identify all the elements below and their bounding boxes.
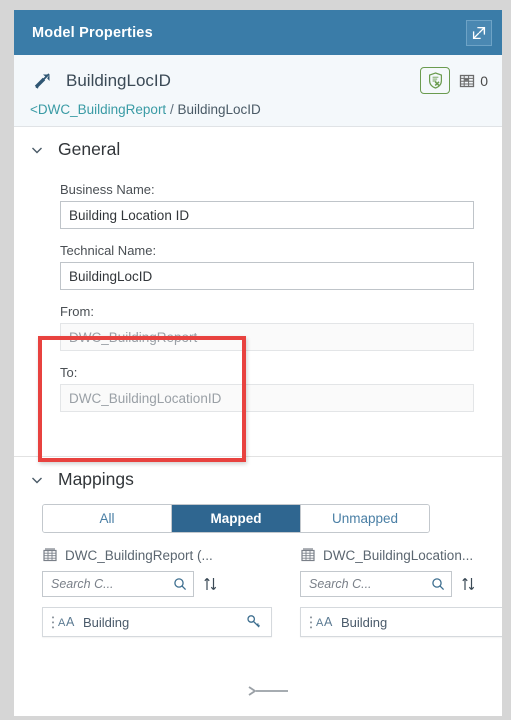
target-column-name: DWC_BuildingLocation...: [323, 547, 474, 563]
filter-tab-mapped[interactable]: Mapped: [171, 505, 300, 532]
header-actions: 0: [420, 67, 488, 94]
to-input: DWC_BuildingLocationID: [60, 384, 474, 412]
target-mapping-item-label: Building: [341, 614, 388, 630]
mappings-section-title: Mappings: [58, 469, 134, 489]
source-search-input[interactable]: Search C...: [42, 571, 194, 597]
from-label: From:: [60, 304, 94, 319]
general-section-body: Business Name: Building Location ID Tech…: [14, 168, 502, 422]
from-input: DWC_BuildingReport: [60, 323, 474, 351]
target-search-input[interactable]: Search C...: [300, 571, 452, 597]
general-section-title: General: [58, 139, 121, 159]
drag-dots-icon[interactable]: [48, 615, 57, 630]
shield-validation-button[interactable]: [420, 67, 451, 94]
sort-updown-icon[interactable]: [203, 576, 218, 592]
table-entity-icon: [301, 548, 315, 562]
search-icon: [174, 578, 187, 591]
business-name-input[interactable]: Building Location ID: [60, 201, 474, 229]
target-mapping-item[interactable]: A A Building: [300, 607, 502, 637]
breadcrumb: <DWC_BuildingReport / BuildingLocID: [28, 102, 488, 117]
association-arrow-icon: [28, 70, 58, 92]
key-icon[interactable]: [245, 614, 263, 630]
svg-text:A: A: [316, 617, 324, 629]
source-column-name: DWC_BuildingReport (...: [65, 547, 213, 563]
source-search-row: Search C...: [42, 571, 272, 597]
record-count-value: 0: [480, 72, 488, 89]
target-column-header: DWC_BuildingLocation...: [300, 547, 502, 563]
target-search-row: Search C...: [300, 571, 502, 597]
source-column-header: DWC_BuildingReport (...: [42, 547, 272, 563]
filter-tab-all[interactable]: All: [43, 505, 171, 532]
technical-name-label: Technical Name:: [60, 243, 157, 258]
svg-text:A: A: [66, 615, 75, 629]
breadcrumb-current: BuildingLocID: [177, 102, 261, 117]
shield-validation-icon: [428, 72, 442, 89]
svg-text:A: A: [58, 617, 66, 629]
text-type-icon: A A: [315, 615, 337, 629]
drag-dots-icon[interactable]: [306, 615, 315, 630]
source-mapping-item[interactable]: A A Building: [42, 607, 272, 637]
mapping-source-column: DWC_BuildingReport (... Search C... A A …: [42, 547, 272, 637]
panel-titlebar: Model Properties: [14, 10, 502, 55]
mappings-filter-tabs: All Mapped Unmapped: [42, 504, 430, 533]
business-name-label: Business Name:: [60, 182, 155, 197]
source-mapping-item-label: Building: [83, 614, 130, 630]
object-header: BuildingLocID 0 <DWC_BuildingReport / Bu…: [14, 55, 502, 127]
filter-tab-unmapped[interactable]: Unmapped: [300, 505, 429, 532]
expand-fullscreen-button[interactable]: [466, 19, 492, 46]
mapping-columns: DWC_BuildingReport (... Search C... A A …: [14, 547, 502, 637]
svg-text:A: A: [324, 615, 333, 629]
record-count[interactable]: 0: [459, 73, 488, 89]
table-grid-icon: [460, 74, 475, 87]
chevron-down-icon: [32, 477, 42, 483]
to-label: To:: [60, 365, 78, 380]
search-icon: [432, 578, 445, 591]
model-properties-panel: Model Properties BuildingLocID 0 <DWC_Bu…: [14, 10, 502, 716]
source-search-placeholder: Search C...: [51, 577, 114, 591]
breadcrumb-separator: /: [169, 102, 174, 117]
expand-fullscreen-icon: [472, 26, 486, 39]
technical-name-input[interactable]: BuildingLocID: [60, 262, 474, 290]
target-search-placeholder: Search C...: [309, 577, 372, 591]
object-name: BuildingLocID: [66, 70, 171, 90]
general-section-header[interactable]: General: [14, 127, 502, 168]
mappings-section-header[interactable]: Mappings: [14, 457, 502, 498]
text-type-icon: A A: [57, 615, 79, 629]
mapping-connector-arrow: [248, 686, 288, 696]
chevron-down-icon: [32, 147, 42, 153]
breadcrumb-parent-link[interactable]: <DWC_BuildingReport: [30, 102, 166, 117]
panel-title: Model Properties: [32, 24, 153, 41]
mapping-target-column: DWC_BuildingLocation... Search C... A A …: [300, 547, 502, 637]
sort-updown-icon[interactable]: [461, 576, 476, 592]
table-entity-icon: [43, 548, 57, 562]
